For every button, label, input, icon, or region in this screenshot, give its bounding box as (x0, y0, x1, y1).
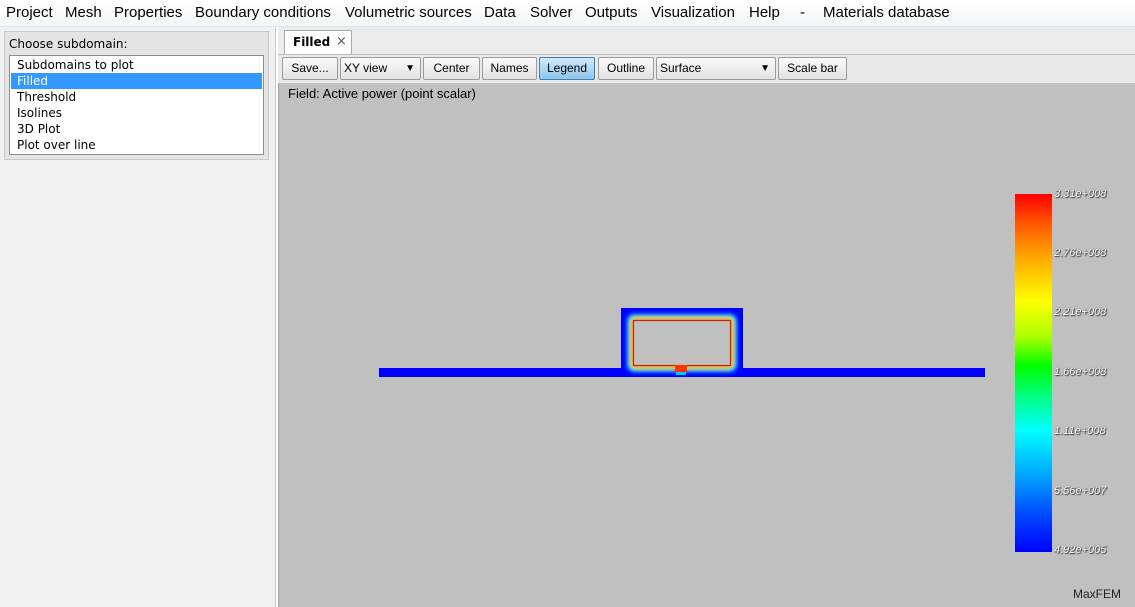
source-notch-edge (676, 372, 686, 375)
source-notch (675, 365, 687, 372)
menu-help[interactable]: Help (749, 4, 780, 21)
menu-volumetric-sources[interactable]: Volumetric sources (345, 4, 472, 21)
save-button[interactable]: Save... (282, 57, 338, 80)
list-item-filled[interactable]: Filled (11, 73, 262, 89)
center-button[interactable]: Center (423, 57, 480, 80)
surface-select-value: Surface (660, 61, 702, 75)
menu-separator: - (800, 4, 805, 21)
render-viewport[interactable]: Field: Active power (point scalar) 3.31e… (278, 83, 1135, 607)
menu-mesh[interactable]: Mesh (65, 4, 102, 21)
legend-label-min: 4.92e+005 (1054, 544, 1107, 556)
legend-button[interactable]: Legend (539, 57, 595, 80)
menu-bar: Project Mesh Properties Boundary conditi… (0, 0, 1135, 27)
left-panel: Choose subdomain: Subdomains to plot Fil… (0, 27, 276, 607)
menu-properties[interactable]: Properties (114, 4, 182, 21)
legend-label: 1.11e+008 (1054, 425, 1106, 437)
menu-solver[interactable]: Solver (530, 4, 573, 21)
toolbar: Save... XY view ▼ Center Names Legend Ou… (278, 55, 1135, 83)
menu-data[interactable]: Data (484, 4, 516, 21)
tab-strip: Filled × (278, 27, 1135, 55)
color-legend-bar (1015, 194, 1052, 552)
menu-outputs[interactable]: Outputs (585, 4, 638, 21)
field-plot (379, 308, 985, 377)
list-item-threshold[interactable]: Threshold (11, 89, 262, 105)
list-item-3d-plot[interactable]: 3D Plot (11, 121, 262, 137)
menu-materials-database[interactable]: Materials database (823, 4, 950, 21)
menu-boundary-conditions[interactable]: Boundary conditions (195, 4, 331, 21)
list-item-isolines[interactable]: Isolines (11, 105, 262, 121)
brand-label: MaxFEM (1073, 587, 1121, 601)
legend-label-max: 3.31e+008 (1054, 188, 1107, 200)
choose-subdomain-label: Choose subdomain: (9, 37, 128, 51)
menu-visualization[interactable]: Visualization (651, 4, 735, 21)
menu-project[interactable]: Project (6, 4, 53, 21)
close-icon[interactable]: × (336, 34, 347, 49)
outline-button[interactable]: Outline (598, 57, 654, 80)
tab-filled[interactable]: Filled × (284, 30, 352, 54)
chevron-down-icon: ▼ (760, 63, 770, 74)
surface-select[interactable]: Surface ▼ (656, 57, 776, 80)
visualization-area: Filled × Save... XY view ▼ Center Names … (278, 27, 1135, 607)
list-item-plot-over-line[interactable]: Plot over line (11, 137, 262, 153)
tab-filled-label: Filled (293, 35, 331, 49)
chevron-down-icon: ▼ (405, 63, 415, 74)
list-item-subdomains-to-plot[interactable]: Subdomains to plot (11, 57, 262, 73)
subdomain-list[interactable]: Subdomains to plot Filled Threshold Isol… (9, 55, 264, 155)
legend-label: 1.66e+008 (1054, 366, 1107, 378)
names-button[interactable]: Names (482, 57, 537, 80)
scale-bar-button[interactable]: Scale bar (778, 57, 847, 80)
legend-label: 2.21e+008 (1054, 306, 1107, 318)
legend-label: 5.56e+007 (1054, 485, 1107, 497)
subdomain-group: Choose subdomain: Subdomains to plot Fil… (4, 31, 269, 160)
view-select-value: XY view (344, 61, 388, 75)
view-select[interactable]: XY view ▼ (340, 57, 421, 80)
legend-label: 2.76e+008 (1054, 247, 1107, 259)
inner-cavity (632, 319, 732, 367)
